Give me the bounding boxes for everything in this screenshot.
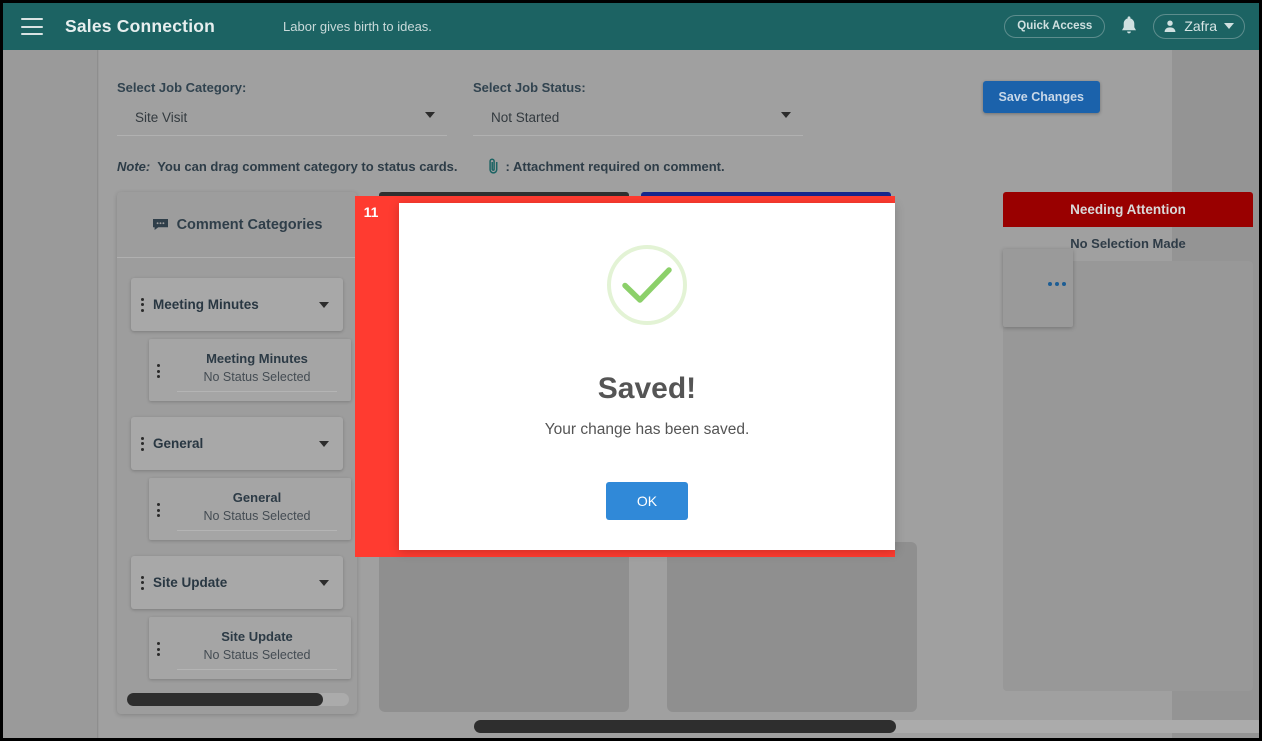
ok-button[interactable]: OK <box>605 482 689 520</box>
scrollbar-thumb[interactable] <box>127 693 323 706</box>
success-check-icon <box>607 245 687 325</box>
topbar-actions: Quick Access Zafra <box>1004 14 1245 39</box>
category-chip-label: Meeting Minutes <box>153 297 259 312</box>
drag-handle-icon[interactable] <box>157 503 160 517</box>
status-column-dropzone[interactable] <box>379 542 629 712</box>
caret-down-icon[interactable] <box>319 440 329 447</box>
category-card-status: No Status Selected <box>177 648 337 670</box>
paperclip-icon <box>488 158 497 174</box>
job-category-select[interactable]: Site Visit <box>117 109 447 136</box>
comment-categories-header: Comment Categories <box>117 192 357 258</box>
category-chip[interactable]: General <box>131 417 343 470</box>
status-column-subtitle: No Selection Made <box>1070 236 1186 251</box>
category-card-body: Meeting Minutes No Status Selected <box>177 351 337 392</box>
job-category-label: Select Job Category: <box>117 80 247 95</box>
app-brand-title: Sales Connection <box>65 16 216 36</box>
modal-highlight-box: 11 Saved! Your change has been saved. OK <box>355 196 895 557</box>
bell-icon[interactable] <box>1119 15 1139 38</box>
note-row: Note: You can drag comment category to s… <box>117 157 725 175</box>
category-card-title: General <box>232 489 282 505</box>
category-card-status: No Status Selected <box>177 509 337 531</box>
category-chip-label: Site Update <box>153 575 228 590</box>
dialog-message: Your change has been saved. <box>544 421 750 438</box>
category-chip[interactable]: Meeting Minutes <box>131 278 343 331</box>
annotation-badge: 11 <box>355 196 387 227</box>
note-text: You can drag comment category to status … <box>157 158 458 174</box>
note-label: Note: <box>117 158 151 174</box>
drag-handle-icon[interactable] <box>141 297 144 312</box>
caret-down-icon <box>425 112 435 118</box>
app-tagline: Labor gives birth to ideas. <box>283 19 432 34</box>
status-column-header: Needing Attention <box>1003 192 1253 227</box>
app-window: Sales Connection Labor gives birth to id… <box>0 0 1262 741</box>
caret-down-icon[interactable] <box>319 579 329 586</box>
user-menu[interactable]: Zafra <box>1153 14 1245 39</box>
user-name-label: Zafra <box>1184 18 1217 34</box>
comment-categories-panel: Comment Categories Meeting Minutes Meeti… <box>117 192 365 714</box>
status-column-dropzone[interactable] <box>667 542 917 712</box>
chevron-down-icon <box>1224 23 1234 29</box>
category-card[interactable]: Meeting Minutes No Status Selected <box>149 339 351 401</box>
category-card[interactable]: Site Update No Status Selected <box>149 617 351 679</box>
drag-handle-icon[interactable] <box>157 642 160 656</box>
category-card-status: No Status Selected <box>177 370 337 392</box>
category-card-body: General No Status Selected <box>177 490 337 531</box>
category-card-title: Site Update <box>221 628 293 644</box>
user-icon <box>1164 20 1176 32</box>
job-status-value: Not Started <box>491 110 560 125</box>
drag-handle-icon[interactable] <box>157 364 160 378</box>
category-chip-label: General <box>153 436 204 451</box>
drag-handle-icon[interactable] <box>141 575 144 590</box>
comment-icon <box>152 219 168 230</box>
attachment-note-text: : Attachment required on comment. <box>505 158 725 174</box>
hamburger-menu-icon[interactable] <box>21 18 43 35</box>
job-status-select[interactable]: Not Started <box>473 109 803 136</box>
comment-categories-title: Comment Categories <box>176 216 323 233</box>
job-status-label: Select Job Status: <box>473 80 586 95</box>
category-card[interactable]: General No Status Selected <box>149 478 351 540</box>
dialog-title: Saved! <box>597 372 697 405</box>
card-options-icon[interactable] <box>1048 282 1066 286</box>
category-card-title: Meeting Minutes <box>206 350 308 366</box>
save-changes-button[interactable]: Save Changes <box>982 81 1100 113</box>
job-status-filter: Select Job Status: Not Started <box>473 80 803 136</box>
top-navigation-bar: Sales Connection Labor gives birth to id… <box>3 3 1259 50</box>
categories-horizontal-scrollbar[interactable] <box>127 693 349 706</box>
drag-handle-icon[interactable] <box>141 436 144 451</box>
job-category-filter: Select Job Category: Site Visit <box>117 80 447 136</box>
scrollbar-thumb[interactable] <box>474 720 896 733</box>
left-sidebar-rail <box>10 50 98 738</box>
caret-down-icon[interactable] <box>319 301 329 308</box>
job-category-value: Site Visit <box>135 110 188 125</box>
caret-down-icon <box>781 112 791 118</box>
category-card-body: Site Update No Status Selected <box>177 629 337 670</box>
quick-access-button[interactable]: Quick Access <box>1004 15 1106 38</box>
board-horizontal-scrollbar[interactable] <box>474 720 1259 733</box>
comment-categories-list[interactable]: Meeting Minutes Meeting Minutes No Statu… <box>117 258 357 714</box>
saved-confirmation-dialog: Saved! Your change has been saved. OK <box>399 203 895 550</box>
category-chip[interactable]: Site Update <box>131 556 343 609</box>
attachment-note: : Attachment required on comment. <box>487 157 725 175</box>
status-card[interactable] <box>1003 249 1073 327</box>
